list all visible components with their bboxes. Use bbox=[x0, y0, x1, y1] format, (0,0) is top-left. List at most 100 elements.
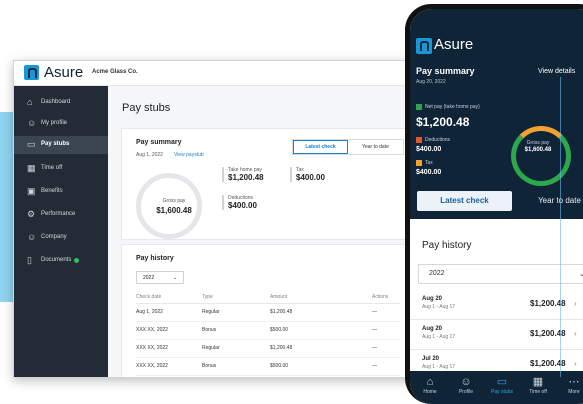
decorative-guide-line bbox=[560, 77, 561, 377]
chevron-right-icon: › bbox=[574, 329, 577, 338]
row-date: Aug 1, 2022 bbox=[136, 309, 163, 315]
gross-pay-ring-chart: Gross pay $1,600.48 bbox=[136, 173, 202, 239]
nav-label: More bbox=[568, 389, 580, 395]
chevron-down-icon: ⌄ bbox=[173, 275, 178, 281]
tax-legend-swatch bbox=[416, 160, 422, 166]
view-paystub-link[interactable]: View paystub bbox=[174, 152, 204, 158]
sidebar-item-company[interactable]: ☺ Company bbox=[14, 229, 108, 247]
row-type: Regular bbox=[202, 345, 220, 351]
pay-period: Aug 1 - Aug 17 bbox=[422, 364, 456, 370]
row-date: XXX XX, 2022 bbox=[136, 327, 168, 333]
net-pay-legend-swatch bbox=[416, 104, 422, 110]
mobile-deductions-label: Deductions bbox=[425, 137, 451, 143]
benefits-icon: ▣ bbox=[27, 186, 36, 196]
row-date: XXX XX, 2022 bbox=[136, 345, 168, 351]
mobile-pay-date: Aug 20, 2022 bbox=[416, 79, 446, 85]
nav-time-off[interactable]: ▦ Time off bbox=[522, 375, 554, 395]
tax-value: $400.00 bbox=[296, 173, 325, 182]
pay-date: Jul 20 bbox=[422, 356, 440, 362]
nav-profile[interactable]: ☺ Profile bbox=[450, 375, 482, 395]
sidebar-item-dashboard[interactable]: ⌂ Dashboard bbox=[14, 94, 108, 112]
deductions-stat: Deductions $400.00 bbox=[222, 195, 257, 210]
deductions-legend-swatch bbox=[416, 137, 422, 143]
pay-history-card: Pay history 2022 ⌄ Check date Type Amoun… bbox=[121, 244, 413, 377]
page-title: Pay stubs bbox=[122, 102, 171, 114]
home-icon: ⌂ bbox=[27, 97, 33, 107]
nav-label: Pay stubs bbox=[491, 389, 513, 395]
net-pay-label: Net pay (take home pay) bbox=[425, 104, 480, 110]
mobile-pay-summary-title: Pay summary bbox=[416, 66, 475, 76]
sidebar-item-time-off[interactable]: ▦ Time off bbox=[14, 160, 108, 178]
more-icon: ⋯ bbox=[568, 376, 580, 388]
mobile-brand-name: Asure bbox=[434, 36, 474, 53]
nav-label: Home bbox=[423, 389, 437, 395]
column-header: Amount bbox=[270, 294, 288, 300]
document-icon: ▯ bbox=[27, 255, 32, 265]
sidebar-item-pay-stubs[interactable]: ▭ Pay stubs bbox=[14, 136, 108, 154]
table-row[interactable]: XXX XX, 2022 Regular $1,200.48 — bbox=[136, 341, 400, 358]
pay-period: Aug 1 - Aug 17 bbox=[422, 334, 456, 340]
mobile-year-select[interactable]: 2022 ⌄ bbox=[418, 264, 583, 284]
pay-period: Aug 1 - Aug 17 bbox=[422, 304, 456, 310]
table-row[interactable]: Aug 1, 2022 Regular $1,200.48 — bbox=[136, 305, 400, 322]
list-item[interactable]: Aug 20 Aug 1 - Aug 17 $1,200.48 › bbox=[410, 319, 583, 350]
row-amount: $1,200.48 bbox=[270, 345, 293, 351]
sidebar-item-my-profile[interactable]: ☺ My profile bbox=[14, 115, 108, 133]
row-actions-button[interactable]: — bbox=[372, 345, 377, 351]
calendar-icon: ▦ bbox=[532, 376, 544, 388]
sidebar-item-performance[interactable]: ⚙ Performance bbox=[14, 206, 108, 224]
nav-home[interactable]: ⌂ Home bbox=[414, 375, 446, 395]
calendar-icon: ▦ bbox=[27, 163, 36, 173]
pay-summary-title: Pay summary bbox=[136, 139, 182, 146]
tax-stat: Tax $400.00 bbox=[290, 167, 325, 182]
mobile-latest-check-tab[interactable]: Latest check bbox=[417, 191, 512, 211]
column-header: Actions bbox=[372, 294, 389, 300]
asure-logo-icon bbox=[416, 38, 432, 54]
row-amount: $1,200.48 bbox=[270, 309, 293, 315]
asure-logo-icon bbox=[24, 65, 39, 80]
table-row[interactable]: XXX XX, 2022 Bonus $500.00 — bbox=[136, 359, 400, 376]
nav-more[interactable]: ⋯ More bbox=[558, 375, 583, 395]
sidebar-item-benefits[interactable]: ▣ Benefits bbox=[14, 183, 108, 201]
latest-check-tab[interactable]: Latest check bbox=[293, 140, 348, 154]
mobile-screen: Asure Pay summary View details Aug 20, 2… bbox=[410, 9, 583, 404]
mobile-year-to-date-tab[interactable]: Year to date bbox=[512, 191, 583, 211]
mobile-tax-value: $400.00 bbox=[416, 169, 442, 176]
year-to-date-tab[interactable]: Year to date bbox=[348, 140, 403, 154]
row-actions-button[interactable]: — bbox=[372, 327, 377, 333]
row-actions-button[interactable]: — bbox=[372, 363, 377, 369]
nav-label: Profile bbox=[458, 389, 474, 395]
take-home-value: $1,200.48 bbox=[228, 173, 264, 182]
performance-icon: ⚙ bbox=[27, 209, 36, 219]
sidebar-item-label: My profile bbox=[41, 120, 68, 126]
list-item[interactable]: Aug 20 Aug 1 - Aug 17 $1,200.48 › bbox=[410, 289, 583, 320]
chevron-right-icon: › bbox=[574, 359, 577, 368]
column-header: Type bbox=[202, 294, 213, 300]
mobile-pay-history-title: Pay history bbox=[422, 240, 472, 251]
chevron-down-icon: ⌄ bbox=[579, 271, 583, 278]
view-details-link[interactable]: View details bbox=[538, 68, 575, 75]
gross-pay-value: $1,600.48 bbox=[156, 206, 192, 215]
sidebar-item-label: Pay stubs bbox=[41, 141, 70, 147]
mobile-deductions-value: $400.00 bbox=[416, 146, 442, 153]
row-type: Bonus bbox=[202, 327, 217, 333]
company-icon: ☺ bbox=[27, 232, 37, 242]
row-amount: $500.00 bbox=[270, 363, 289, 369]
sidebar-item-label: Documents bbox=[41, 257, 72, 263]
row-actions-button[interactable]: — bbox=[372, 309, 377, 315]
deductions-value: $400.00 bbox=[228, 201, 257, 210]
pay-summary-toggle: Latest check Year to date bbox=[292, 139, 404, 155]
take-home-stat: Take home pay $1,200.48 bbox=[222, 167, 264, 182]
year-select-value: 2022 bbox=[143, 275, 155, 281]
gross-pay-label: Gross pay bbox=[162, 198, 186, 204]
sidebar-item-label: Time off bbox=[41, 165, 63, 171]
year-select[interactable]: 2022 ⌄ bbox=[136, 271, 184, 284]
table-row[interactable]: XXX XX, 2022 Bonus $500.00 — bbox=[136, 323, 400, 340]
desktop-app-window: Asure Acme Glass Co. ⌂ Dashboard ☺ My pr… bbox=[13, 60, 425, 378]
pay-summary-card: Pay summary Aug 1, 2022 View paystub Lat… bbox=[121, 128, 413, 240]
row-type: Regular bbox=[202, 309, 220, 315]
sidebar-item-documents[interactable]: ▯ Documents bbox=[14, 252, 108, 270]
pay-date: Aug 20 bbox=[422, 296, 443, 302]
mobile-phone-frame: Asure Pay summary View details Aug 20, 2… bbox=[405, 4, 583, 404]
nav-pay-stubs[interactable]: ▭ Pay stubs bbox=[486, 375, 518, 395]
